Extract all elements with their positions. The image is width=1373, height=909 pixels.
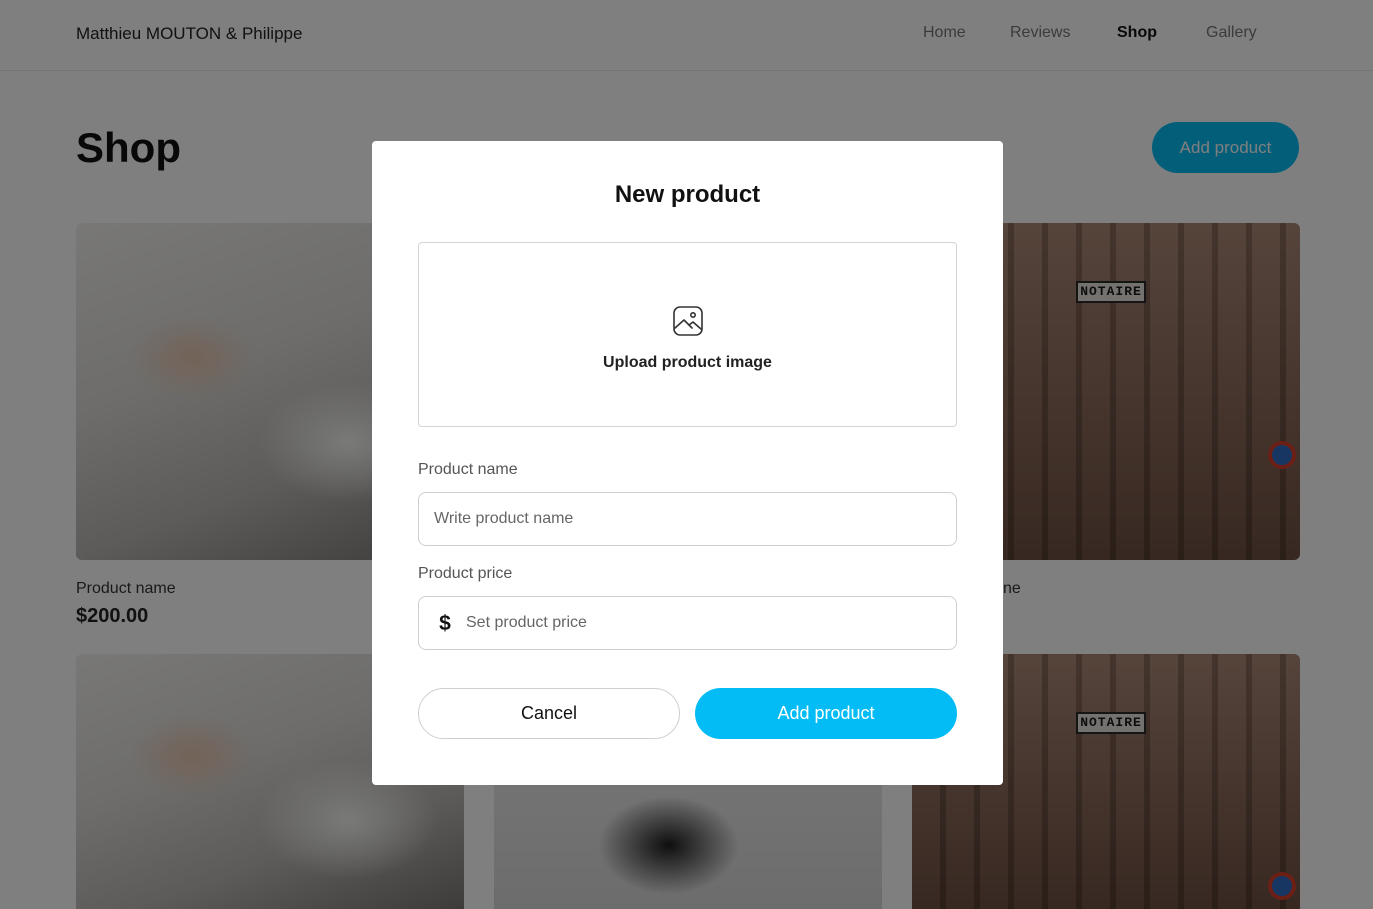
upload-image-dropzone[interactable]: Upload product image xyxy=(418,242,957,427)
new-product-modal: New product Upload product image Product… xyxy=(372,141,1003,785)
upload-label: Upload product image xyxy=(603,354,772,371)
product-price-label: Product price xyxy=(418,565,513,582)
product-name-input[interactable] xyxy=(418,492,957,546)
dollar-icon: $ xyxy=(439,612,451,635)
product-price-input[interactable] xyxy=(418,596,957,650)
image-icon xyxy=(673,306,703,336)
modal-title: New product xyxy=(614,181,761,208)
cancel-button[interactable]: Cancel xyxy=(418,688,680,739)
submit-add-product-button[interactable]: Add product xyxy=(695,688,957,739)
product-name-label: Product name xyxy=(418,461,518,478)
